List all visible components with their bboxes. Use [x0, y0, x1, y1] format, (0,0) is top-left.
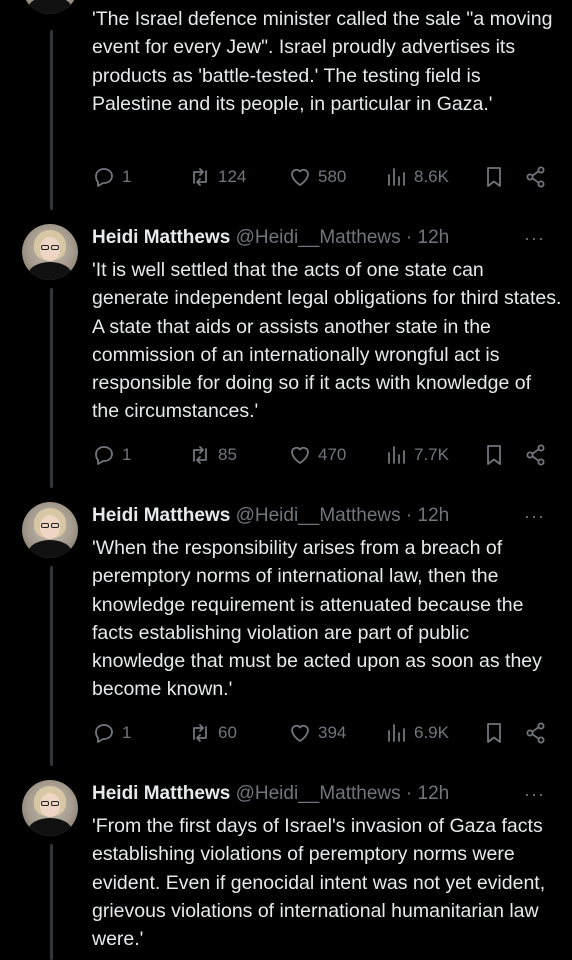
views-icon: [388, 724, 405, 742]
more-options-button[interactable]: ···: [524, 784, 545, 805]
views-count: 7.7K: [414, 445, 449, 464]
like-count: 394: [318, 723, 347, 742]
reply-count: 1: [122, 723, 132, 742]
author-name[interactable]: Heidi Matthews: [92, 783, 230, 804]
bookmark-icon: [487, 723, 501, 743]
like-button[interactable]: 580: [288, 165, 346, 189]
like-button[interactable]: 394: [288, 721, 346, 745]
retweet-button[interactable]: 85: [188, 443, 237, 467]
reply-button[interactable]: 1: [92, 165, 131, 189]
views-count: 8.6K: [414, 167, 449, 186]
timestamp[interactable]: · 12h: [406, 783, 449, 804]
views-button[interactable]: 6.9K: [384, 721, 449, 745]
tweet-text: 'It is well settled that the acts of one…: [92, 259, 562, 423]
avatar[interactable]: [22, 0, 78, 14]
tweet-text: 'From the first days of Israel's invasio…: [92, 815, 546, 951]
views-icon: [388, 168, 405, 186]
like-button[interactable]: 470: [288, 443, 346, 467]
more-options-button[interactable]: ···: [524, 228, 545, 249]
avatar[interactable]: [22, 224, 78, 280]
bookmark-icon: [487, 445, 501, 465]
reply-count: 1: [122, 167, 132, 186]
bookmark-button[interactable]: [482, 721, 512, 745]
tweet[interactable]: 'The Israel defence minister called the …: [0, 0, 572, 210]
tweet-text: 'The Israel defence minister called the …: [92, 8, 553, 115]
reply-icon: [95, 724, 113, 743]
tweet[interactable]: Heidi Matthews @Heidi__Matthews · 12h ··…: [0, 774, 572, 960]
bookmark-icon: [487, 167, 501, 187]
author-name[interactable]: Heidi Matthews: [92, 505, 230, 526]
tweet-text: 'When the responsibility arises from a b…: [92, 537, 542, 701]
tweet-header: Heidi Matthews @Heidi__Matthews · 12h: [92, 227, 449, 251]
share-button[interactable]: [524, 443, 554, 467]
share-button[interactable]: [524, 721, 554, 745]
reply-icon: [95, 168, 113, 187]
retweet-icon: [193, 168, 207, 186]
share-button[interactable]: [524, 165, 554, 189]
tweet[interactable]: Heidi Matthews @Heidi__Matthews · 12h ··…: [0, 496, 572, 766]
reply-icon: [95, 446, 113, 465]
tweet-actions: 1 85 470 7.7K: [92, 443, 562, 471]
author-handle[interactable]: @Heidi__Matthews: [236, 505, 401, 526]
retweet-count: 60: [218, 723, 237, 742]
avatar[interactable]: [22, 502, 78, 558]
author-handle[interactable]: @Heidi__Matthews: [236, 227, 401, 248]
bookmark-button[interactable]: [482, 165, 512, 189]
bookmark-button[interactable]: [482, 443, 512, 467]
like-count: 580: [318, 167, 347, 186]
author-handle[interactable]: @Heidi__Matthews: [236, 783, 401, 804]
share-icon: [526, 166, 545, 188]
heart-icon: [291, 168, 309, 186]
reply-count: 1: [122, 445, 132, 464]
retweet-button[interactable]: 60: [188, 721, 237, 745]
views-button[interactable]: 8.6K: [384, 165, 449, 189]
tweet-header: Heidi Matthews @Heidi__Matthews · 12h: [92, 783, 449, 807]
timestamp[interactable]: · 12h: [406, 227, 449, 248]
more-options-button[interactable]: ···: [524, 506, 545, 527]
retweet-icon: [193, 446, 207, 464]
author-name[interactable]: Heidi Matthews: [92, 227, 230, 248]
heart-icon: [291, 724, 309, 742]
retweet-count: 85: [218, 445, 237, 464]
tweet-actions: 1 60 394 6.9K: [92, 721, 562, 749]
reply-button[interactable]: 1: [92, 721, 131, 745]
share-icon: [526, 722, 545, 744]
tweet-header: Heidi Matthews @Heidi__Matthews · 12h: [92, 505, 449, 529]
tweet[interactable]: Heidi Matthews @Heidi__Matthews · 12h ··…: [0, 218, 572, 488]
retweet-count: 124: [218, 167, 247, 186]
views-count: 6.9K: [414, 723, 449, 742]
views-button[interactable]: 7.7K: [384, 443, 449, 467]
retweet-button[interactable]: 124: [188, 165, 246, 189]
reply-button[interactable]: 1: [92, 443, 131, 467]
tweet-actions: 1 124 580 8.6K: [92, 165, 562, 193]
timestamp[interactable]: · 12h: [406, 505, 449, 526]
share-icon: [526, 444, 545, 466]
heart-icon: [291, 446, 309, 464]
avatar[interactable]: [22, 780, 78, 836]
views-icon: [388, 446, 405, 464]
retweet-icon: [193, 724, 207, 742]
like-count: 470: [318, 445, 347, 464]
